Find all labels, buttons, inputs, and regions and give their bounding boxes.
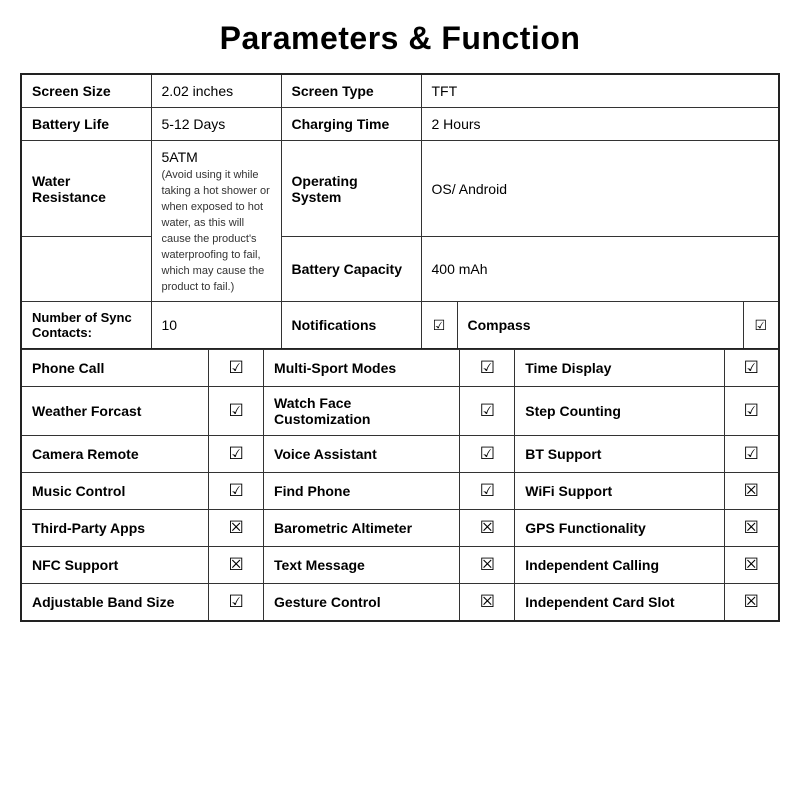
row-battery: Battery Life 5-12 Days Charging Time 2 H… [21, 108, 779, 141]
compass-label: Compass [457, 302, 743, 350]
battery-life-value: 5-12 Days [151, 108, 281, 141]
row-screen: Screen Size 2.02 inches Screen Type TFT [21, 74, 779, 108]
right-check-1: ☑ [724, 387, 779, 436]
left-label-5: NFC Support [21, 547, 209, 584]
right-check-3: ☒ [724, 473, 779, 510]
feature-row-6: Adjustable Band Size ☑ Gesture Control ☒… [21, 584, 779, 622]
left-check-1: ☑ [209, 387, 264, 436]
left-label-3: Music Control [21, 473, 209, 510]
right-label-3: WiFi Support [515, 473, 724, 510]
mid-label-5: Text Message [264, 547, 460, 584]
left-check-2: ☑ [209, 436, 264, 473]
left-check-0: ☑ [209, 350, 264, 387]
right-check-4: ☒ [724, 510, 779, 547]
compass-check: ☑ [743, 302, 779, 350]
notifications-label: Notifications [281, 302, 421, 350]
battery-life-label: Battery Life [21, 108, 151, 141]
screen-type-label: Screen Type [281, 74, 421, 108]
mid-check-2: ☑ [460, 436, 515, 473]
right-label-4: GPS Functionality [515, 510, 724, 547]
battery-capacity-label: Battery Capacity [281, 237, 421, 302]
water-resistance-value: 5ATM (Avoid using it while taking a hot … [151, 141, 281, 302]
right-label-5: Independent Calling [515, 547, 724, 584]
feature-row-5: NFC Support ☒ Text Message ☒ Independent… [21, 547, 779, 584]
mid-check-5: ☒ [460, 547, 515, 584]
mid-label-6: Gesture Control [264, 584, 460, 622]
screen-size-value: 2.02 inches [151, 74, 281, 108]
notifications-check: ☑ [421, 302, 457, 350]
right-check-0: ☑ [724, 350, 779, 387]
left-label-1: Weather Forcast [21, 387, 209, 436]
row-water-os: Water Resistance 5ATM (Avoid using it wh… [21, 141, 779, 237]
page-title: Parameters & Function [20, 20, 780, 57]
mid-check-0: ☑ [460, 350, 515, 387]
left-label-2: Camera Remote [21, 436, 209, 473]
charging-time-label: Charging Time [281, 108, 421, 141]
right-check-2: ☑ [724, 436, 779, 473]
os-label: Operating System [281, 141, 421, 237]
left-check-6: ☑ [209, 584, 264, 622]
right-check-6: ☒ [724, 584, 779, 622]
mid-label-2: Voice Assistant [264, 436, 460, 473]
row-sync-notifications: Number of Sync Contacts: 10 Notification… [21, 302, 779, 350]
water-resistance-label: Water Resistance [21, 141, 151, 237]
water-resistance-note: (Avoid using it while taking a hot showe… [162, 169, 270, 293]
screen-size-label: Screen Size [21, 74, 151, 108]
right-label-6: Independent Card Slot [515, 584, 724, 622]
feature-row-2: Camera Remote ☑ Voice Assistant ☑ BT Sup… [21, 436, 779, 473]
feature-row-1: Weather Forcast ☑ Watch Face Customizati… [21, 387, 779, 436]
left-label-6: Adjustable Band Size [21, 584, 209, 622]
mid-label-0: Multi-Sport Modes [264, 350, 460, 387]
mid-check-1: ☑ [460, 387, 515, 436]
battery-capacity-value: 400 mAh [421, 237, 779, 302]
sync-contacts-label: Number of Sync Contacts: [21, 302, 151, 350]
left-label-4: Third-Party Apps [21, 510, 209, 547]
mid-label-4: Barometric Altimeter [264, 510, 460, 547]
mid-label-3: Find Phone [264, 473, 460, 510]
feature-row-4: Third-Party Apps ☒ Barometric Altimeter … [21, 510, 779, 547]
mid-check-4: ☒ [460, 510, 515, 547]
mid-label-1: Watch Face Customization [264, 387, 460, 436]
left-check-3: ☑ [209, 473, 264, 510]
sync-contacts-value: 10 [151, 302, 281, 350]
mid-check-3: ☑ [460, 473, 515, 510]
parameters-table: Screen Size 2.02 inches Screen Type TFT … [20, 73, 780, 350]
right-label-0: Time Display [515, 350, 724, 387]
right-check-5: ☒ [724, 547, 779, 584]
features-table: Phone Call ☑ Multi-Sport Modes ☑ Time Di… [20, 349, 780, 622]
os-value: OS/ Android [421, 141, 779, 237]
charging-time-value: 2 Hours [421, 108, 779, 141]
right-label-2: BT Support [515, 436, 724, 473]
mid-check-6: ☒ [460, 584, 515, 622]
left-check-4: ☒ [209, 510, 264, 547]
left-label-0: Phone Call [21, 350, 209, 387]
feature-row-3: Music Control ☑ Find Phone ☑ WiFi Suppor… [21, 473, 779, 510]
left-check-5: ☒ [209, 547, 264, 584]
row-battery-capacity: Battery Capacity 400 mAh [21, 237, 779, 302]
right-label-1: Step Counting [515, 387, 724, 436]
screen-type-value: TFT [421, 74, 779, 108]
feature-row-0: Phone Call ☑ Multi-Sport Modes ☑ Time Di… [21, 350, 779, 387]
